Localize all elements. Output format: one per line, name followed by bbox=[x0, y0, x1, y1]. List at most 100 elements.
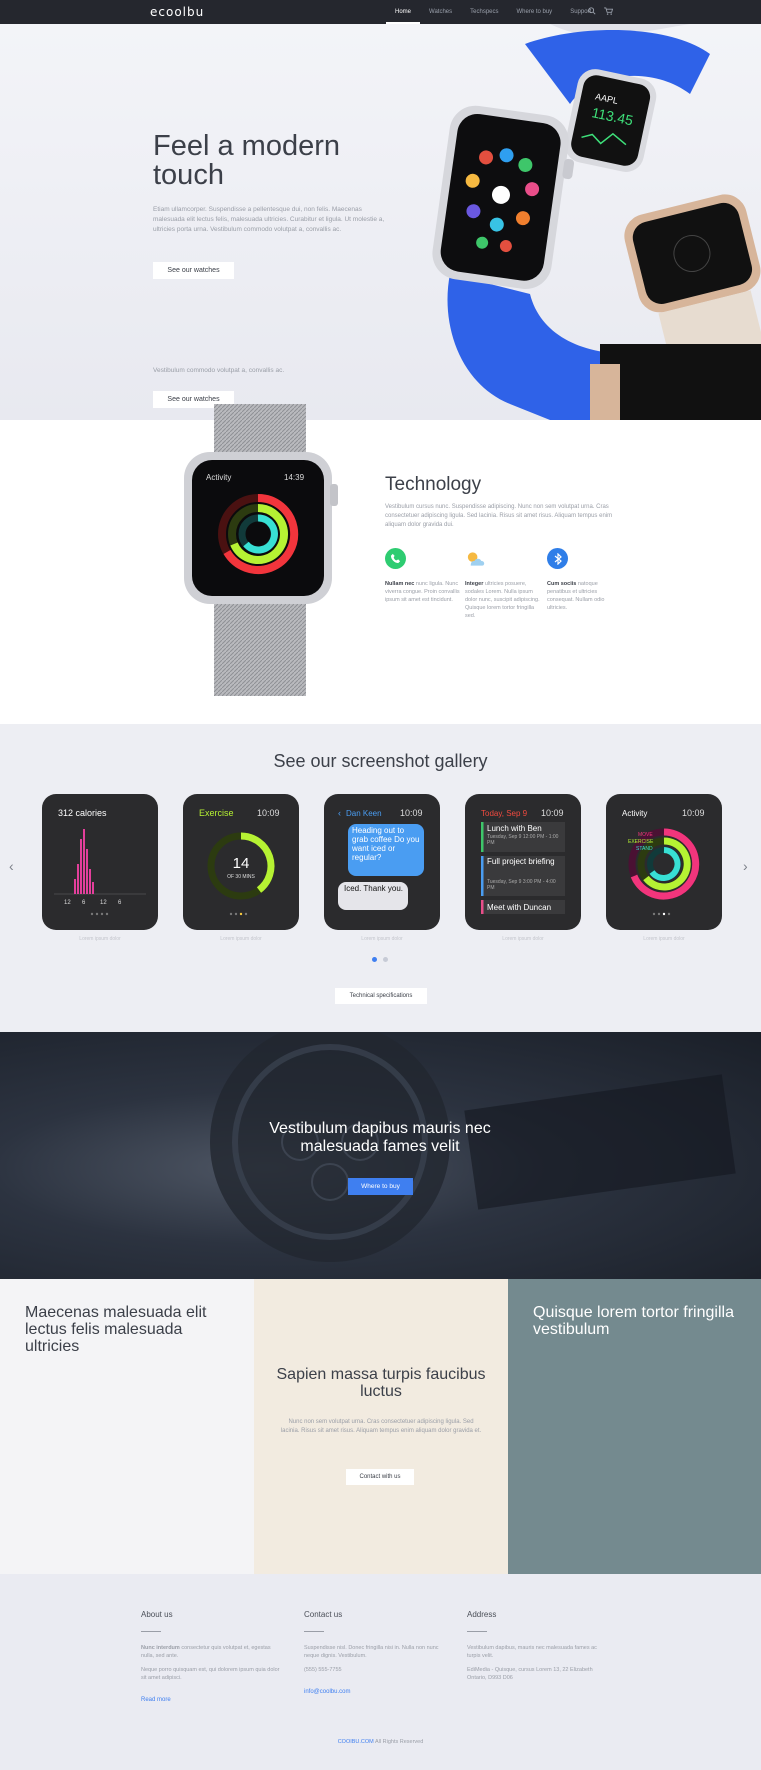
column-center-body: Nunc non sem volutpat urna. Cras consect… bbox=[280, 1419, 482, 1434]
svg-text:6: 6 bbox=[82, 900, 86, 906]
divider bbox=[141, 1631, 161, 1632]
search-icon[interactable] bbox=[587, 7, 596, 16]
feature-title: Nullam nec bbox=[385, 581, 415, 587]
footer-contact: Contact us Suspendisse nisl. Donec fring… bbox=[304, 1610, 444, 1698]
svg-text:10:09: 10:09 bbox=[400, 808, 423, 818]
svg-text:12: 12 bbox=[64, 900, 71, 906]
feature-weather: Integer ultricies posuere, sodales Lorem… bbox=[465, 548, 540, 620]
where-to-buy-banner: Vestibulum dapibus mauris nec malesuada … bbox=[0, 1032, 761, 1279]
three-column-section: Maecenas malesuada elit lectus felis mal… bbox=[0, 1279, 761, 1574]
footer-contact-text: Suspendisse nisl. Donec fringilla nisi i… bbox=[304, 1645, 439, 1659]
footer-contact-email[interactable]: info@coolbu.com bbox=[304, 1689, 350, 1695]
svg-text:12: 12 bbox=[100, 900, 107, 906]
column-center-title: Sapien massa turpis faucibus luctus bbox=[276, 1366, 486, 1400]
gallery-screen-calories[interactable]: 312 calories 12 6 12 6 bbox=[42, 794, 158, 930]
logo[interactable]: ecoolbu bbox=[150, 5, 204, 19]
copyright-text: All Rights Reserved bbox=[375, 1739, 424, 1745]
nav-link-techspecs[interactable]: Techspecs bbox=[461, 0, 507, 24]
weather-icon bbox=[465, 548, 486, 569]
pagination-dot[interactable] bbox=[383, 957, 388, 962]
contact-button[interactable]: Contact with us bbox=[346, 1469, 414, 1485]
divider bbox=[467, 1631, 487, 1632]
footer: About us Nunc interdum consectetur quis … bbox=[0, 1574, 761, 1770]
phone-icon bbox=[385, 548, 406, 569]
gallery-screen-calendar[interactable]: Today, Sep 9 10:09 Lunch with Ben Tuesda… bbox=[465, 794, 581, 930]
where-to-buy-button[interactable]: Where to buy bbox=[348, 1178, 413, 1195]
gallery-screen-exercise[interactable]: Exercise 10:09 14 OF 30 MINS bbox=[183, 794, 299, 930]
bluetooth-icon bbox=[547, 548, 568, 569]
svg-text:14:39: 14:39 bbox=[284, 473, 305, 482]
svg-text:6: 6 bbox=[118, 900, 122, 906]
svg-text:Dan Keen: Dan Keen bbox=[346, 809, 382, 818]
column-left-title: Maecenas malesuada elit lectus felis mal… bbox=[25, 1304, 207, 1355]
screenshot-gallery-section: See our screenshot gallery ‹ › 312 calor… bbox=[0, 724, 761, 1032]
copyright-brand[interactable]: COOIBU.COM bbox=[338, 1739, 374, 1745]
svg-text:Activity: Activity bbox=[622, 809, 647, 818]
svg-text:‹: ‹ bbox=[338, 808, 341, 818]
hero-section: Feel a modern touch Etiam ullamcorper. S… bbox=[0, 24, 761, 420]
activity-watch-image: Activity 14:39 bbox=[184, 404, 338, 696]
footer-about-title: About us bbox=[141, 1610, 173, 1619]
feature-bluetooth: Cum sociis natoque penatibus et ultricie… bbox=[547, 548, 622, 612]
screen-caption: Lorem ipsum dolor bbox=[643, 936, 685, 942]
divider bbox=[304, 1631, 324, 1632]
technical-specifications-button[interactable]: Technical specifications bbox=[335, 988, 427, 1004]
svg-text:Activity: Activity bbox=[206, 473, 231, 482]
screen-caption: Lorem ipsum dolor bbox=[79, 936, 121, 942]
footer-contact-title: Contact us bbox=[304, 1610, 343, 1619]
gallery-screen-activity[interactable]: Activity 10:09 MOVE EXERCISE STAND bbox=[606, 794, 722, 930]
svg-text:MOVE: MOVE bbox=[638, 832, 653, 838]
pagination-dot[interactable] bbox=[372, 957, 377, 962]
footer-about-bold: Nunc interdum bbox=[141, 1645, 180, 1651]
column-left: Maecenas malesuada elit lectus felis mal… bbox=[0, 1279, 254, 1574]
screen-caption: Lorem ipsum dolor bbox=[220, 936, 262, 942]
svg-text:OF 30 MINS: OF 30 MINS bbox=[227, 874, 255, 880]
nav-link-home[interactable]: Home bbox=[386, 0, 421, 24]
nav-link-where-to-buy[interactable]: Where to buy bbox=[508, 0, 562, 24]
svg-text:312 calories: 312 calories bbox=[58, 808, 107, 818]
svg-text:Lunch with Ben: Lunch with Ben bbox=[487, 824, 542, 833]
hero-title: Feel a modern touch bbox=[153, 130, 340, 191]
technology-body: Vestibulum cursus nunc. Suspendisse adip… bbox=[385, 504, 613, 528]
see-watches-button[interactable]: See our watches bbox=[153, 262, 234, 279]
gallery-pagination bbox=[372, 957, 388, 962]
chevron-left-icon[interactable]: ‹ bbox=[9, 858, 14, 874]
footer-address-details: EdiMedia - Quisque, cursus Lorem 13, 22 … bbox=[467, 1667, 593, 1681]
footer-contact-phone: (555) 555-7755 bbox=[304, 1667, 342, 1673]
svg-text:10:09: 10:09 bbox=[541, 808, 564, 818]
screen-caption: Lorem ipsum dolor bbox=[361, 936, 403, 942]
cta-title: Vestibulum dapibus mauris nec malesuada … bbox=[269, 1120, 491, 1155]
screen-caption: Lorem ipsum dolor bbox=[502, 936, 544, 942]
hero-watches-image: AAPL 113.45 bbox=[432, 24, 761, 420]
nav-icons bbox=[587, 7, 614, 16]
feature-phone: Nullam nec nunc ligula. Nunc viverra con… bbox=[385, 548, 460, 604]
technology-section: Activity 14:39 Technology Vestibulum cur… bbox=[0, 404, 761, 724]
read-more-link[interactable]: Read more bbox=[141, 1697, 171, 1703]
svg-text:EXERCISE: EXERCISE bbox=[628, 839, 654, 845]
svg-text:Exercise: Exercise bbox=[199, 808, 234, 818]
footer-about-text-2: Neque porro quisquam est, qui dolorem ip… bbox=[141, 1667, 280, 1681]
gallery-title: See our screenshot gallery bbox=[273, 751, 488, 771]
svg-text:Meet with Duncan: Meet with Duncan bbox=[487, 903, 551, 912]
svg-text:STAND: STAND bbox=[636, 846, 653, 852]
hero-body-secondary: Vestibulum commodo volutpat a, convallis… bbox=[153, 367, 285, 374]
column-right-title: Quisque lorem tortor fringilla vestibulu… bbox=[533, 1304, 734, 1338]
cart-icon[interactable] bbox=[604, 7, 614, 16]
feature-title: Cum sociis bbox=[547, 581, 577, 587]
top-navbar: ecoolbu Home Watches Techspecs Where to … bbox=[0, 0, 761, 24]
chevron-right-icon[interactable]: › bbox=[743, 858, 748, 874]
footer-about: About us Nunc interdum consectetur quis … bbox=[141, 1610, 281, 1706]
technology-title: Technology bbox=[385, 474, 482, 495]
column-center: Sapien massa turpis faucibus luctus Nunc… bbox=[254, 1279, 508, 1574]
copyright: COOIBU.COM All Rights Reserved bbox=[0, 1739, 761, 1745]
svg-text:10:09: 10:09 bbox=[682, 808, 705, 818]
svg-text:10:09: 10:09 bbox=[257, 808, 280, 818]
footer-address-title: Address bbox=[467, 1610, 497, 1619]
column-right: Quisque lorem tortor fringilla vestibulu… bbox=[508, 1279, 761, 1574]
footer-address-text: Vestibulum dapibus, mauris nec malesuada… bbox=[467, 1645, 597, 1659]
gallery-screen-messages[interactable]: ‹ Dan Keen 10:09 Heading out to grab cof… bbox=[324, 794, 440, 930]
svg-text:Today, Sep 9: Today, Sep 9 bbox=[481, 809, 528, 818]
nav-link-watches[interactable]: Watches bbox=[420, 0, 461, 24]
footer-address: Address Vestibulum dapibus, mauris nec m… bbox=[467, 1610, 607, 1688]
svg-text:14: 14 bbox=[233, 855, 250, 872]
